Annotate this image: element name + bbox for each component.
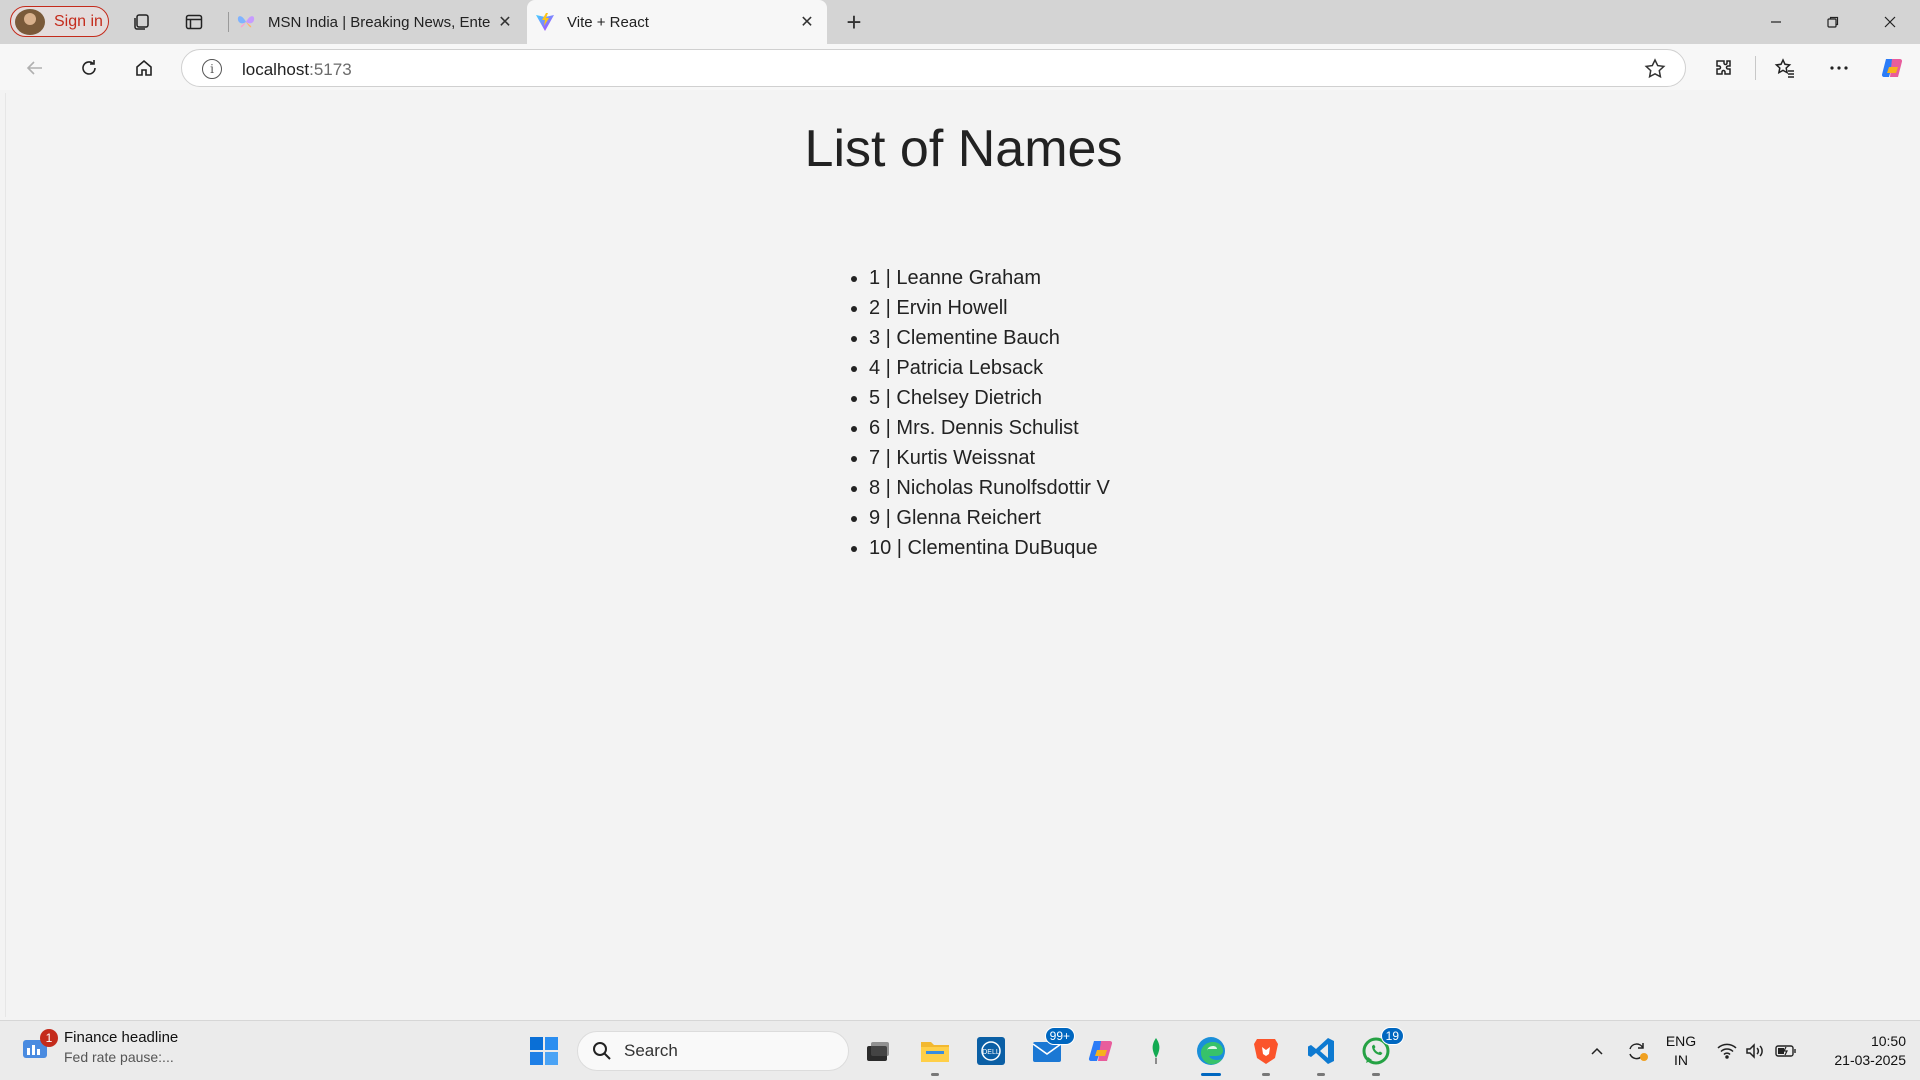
mail-icon[interactable]: 99+ xyxy=(1027,1027,1075,1071)
running-indicator xyxy=(1201,1073,1221,1076)
tab-msn[interactable]: MSN India | Breaking News, Entertainment… xyxy=(230,0,525,44)
home-button[interactable] xyxy=(127,51,161,85)
list-item: 9 | Glenna Reichert xyxy=(869,503,1110,533)
names-list: 1 | Leanne Graham2 | Ervin Howell3 | Cle… xyxy=(849,263,1110,563)
favorites-icon[interactable] xyxy=(1768,51,1802,85)
tab-title: MSN India | Breaking News, Entertainment xyxy=(268,13,491,31)
clock-date: 21-03-2025 xyxy=(1834,1052,1906,1068)
whatsapp-icon[interactable]: 19 xyxy=(1356,1027,1404,1076)
list-item: 2 | Ervin Howell xyxy=(869,293,1110,323)
address-bar[interactable]: i localhost:5173 xyxy=(181,49,1686,87)
toolbar-separator xyxy=(1755,56,1756,80)
show-hidden-icons-chevron-icon[interactable] xyxy=(1582,1021,1612,1080)
close-window-button[interactable] xyxy=(1862,0,1918,44)
running-indicator xyxy=(1262,1073,1270,1076)
tab-separator xyxy=(228,12,229,32)
copilot-icon[interactable] xyxy=(1876,51,1910,85)
input-language[interactable]: ENG IN xyxy=(1660,1032,1702,1070)
list-item: 8 | Nicholas Runolfsdottir V xyxy=(869,473,1110,503)
tab-strip: Sign in MSN India | Breaking News, Enter… xyxy=(0,0,1920,44)
vertical-tabs-icon[interactable] xyxy=(180,8,208,36)
minimize-button[interactable] xyxy=(1748,0,1804,44)
list-item: 3 | Clementine Bauch xyxy=(869,323,1110,353)
volume-icon[interactable] xyxy=(1742,1021,1768,1080)
finance-widget-icon: 1 xyxy=(22,1029,58,1063)
favorite-star-icon[interactable] xyxy=(1643,57,1667,81)
copilot-app-icon[interactable] xyxy=(1082,1031,1122,1071)
language-line1: ENG xyxy=(1665,1033,1697,1049)
whatsapp-badge: 19 xyxy=(1380,1027,1404,1045)
running-indicator xyxy=(1372,1073,1380,1076)
list-item: 5 | Chelsey Dietrich xyxy=(869,383,1110,413)
sign-in-button[interactable]: Sign in xyxy=(10,6,109,37)
list-item: 4 | Patricia Lebsack xyxy=(869,353,1110,383)
list-item: 1 | Leanne Graham xyxy=(869,263,1110,293)
widget-title: Finance headline xyxy=(64,1029,179,1046)
tab-title: Vite + React xyxy=(567,13,649,31)
sync-update-icon[interactable] xyxy=(1620,1021,1654,1080)
start-button[interactable] xyxy=(524,1031,564,1071)
edge-browser-icon[interactable] xyxy=(1191,1031,1231,1076)
running-indicator xyxy=(1317,1073,1325,1076)
site-info-icon[interactable]: i xyxy=(202,59,222,79)
more-options-icon[interactable] xyxy=(1822,51,1856,85)
list-item: 7 | Kurtis Weissnat xyxy=(869,443,1110,473)
widget-badge: 1 xyxy=(40,1029,58,1047)
svg-text:DELL: DELL xyxy=(982,1049,1000,1056)
battery-charging-icon[interactable] xyxy=(1772,1021,1800,1080)
list-item: 6 | Mrs. Dennis Schulist xyxy=(869,413,1110,443)
extensions-icon[interactable] xyxy=(1707,51,1741,85)
sign-in-label: Sign in xyxy=(54,12,103,30)
taskbar-search[interactable]: Search xyxy=(577,1031,849,1071)
url-host: localhost xyxy=(242,60,310,79)
page-title: List of Names xyxy=(804,120,1123,178)
restore-button[interactable] xyxy=(1805,0,1861,44)
mongodb-icon[interactable] xyxy=(1136,1031,1176,1071)
widget-subtitle: Fed rate pause:... xyxy=(64,1049,174,1065)
profile-avatar xyxy=(15,8,45,35)
news-widget[interactable]: 1 Finance headline Fed rate pause:... xyxy=(22,1029,178,1065)
windows-taskbar: 1 Finance headline Fed rate pause:... Se… xyxy=(0,1020,1920,1080)
close-tab-icon[interactable]: ✕ xyxy=(793,8,821,36)
dell-app-icon[interactable]: DELL xyxy=(971,1031,1011,1071)
url-text[interactable]: localhost:5173 xyxy=(242,60,352,80)
address-toolbar: i localhost:5173 xyxy=(0,44,1920,90)
close-tab-icon[interactable]: ✕ xyxy=(491,8,519,36)
task-view-icon[interactable] xyxy=(858,1031,898,1071)
tab-vite-react[interactable]: Vite + React ✕ xyxy=(527,0,827,44)
page-viewport: List of Names 1 | Leanne Graham2 | Ervin… xyxy=(5,93,1920,1017)
search-icon xyxy=(593,1042,611,1060)
msn-butterfly-icon xyxy=(236,12,256,32)
wifi-icon[interactable] xyxy=(1714,1021,1740,1080)
new-tab-button[interactable]: + xyxy=(838,6,870,38)
url-port: :5173 xyxy=(309,60,352,79)
list-item: 10 | Clementina DuBuque xyxy=(869,533,1110,563)
language-line2: IN xyxy=(1674,1052,1688,1068)
clock[interactable]: 10:50 21-03-2025 xyxy=(1806,1032,1906,1070)
back-button[interactable] xyxy=(18,51,52,85)
clock-time: 10:50 xyxy=(1870,1033,1906,1049)
brave-browser-icon[interactable] xyxy=(1246,1031,1286,1076)
mail-badge: 99+ xyxy=(1044,1027,1075,1045)
refresh-button[interactable] xyxy=(72,51,106,85)
vscode-icon[interactable] xyxy=(1301,1031,1341,1076)
search-label: Search xyxy=(624,1041,678,1060)
file-explorer-icon[interactable] xyxy=(915,1031,955,1076)
vite-logo-icon xyxy=(535,12,555,32)
workspaces-icon[interactable] xyxy=(127,8,155,36)
running-indicator xyxy=(931,1073,939,1076)
